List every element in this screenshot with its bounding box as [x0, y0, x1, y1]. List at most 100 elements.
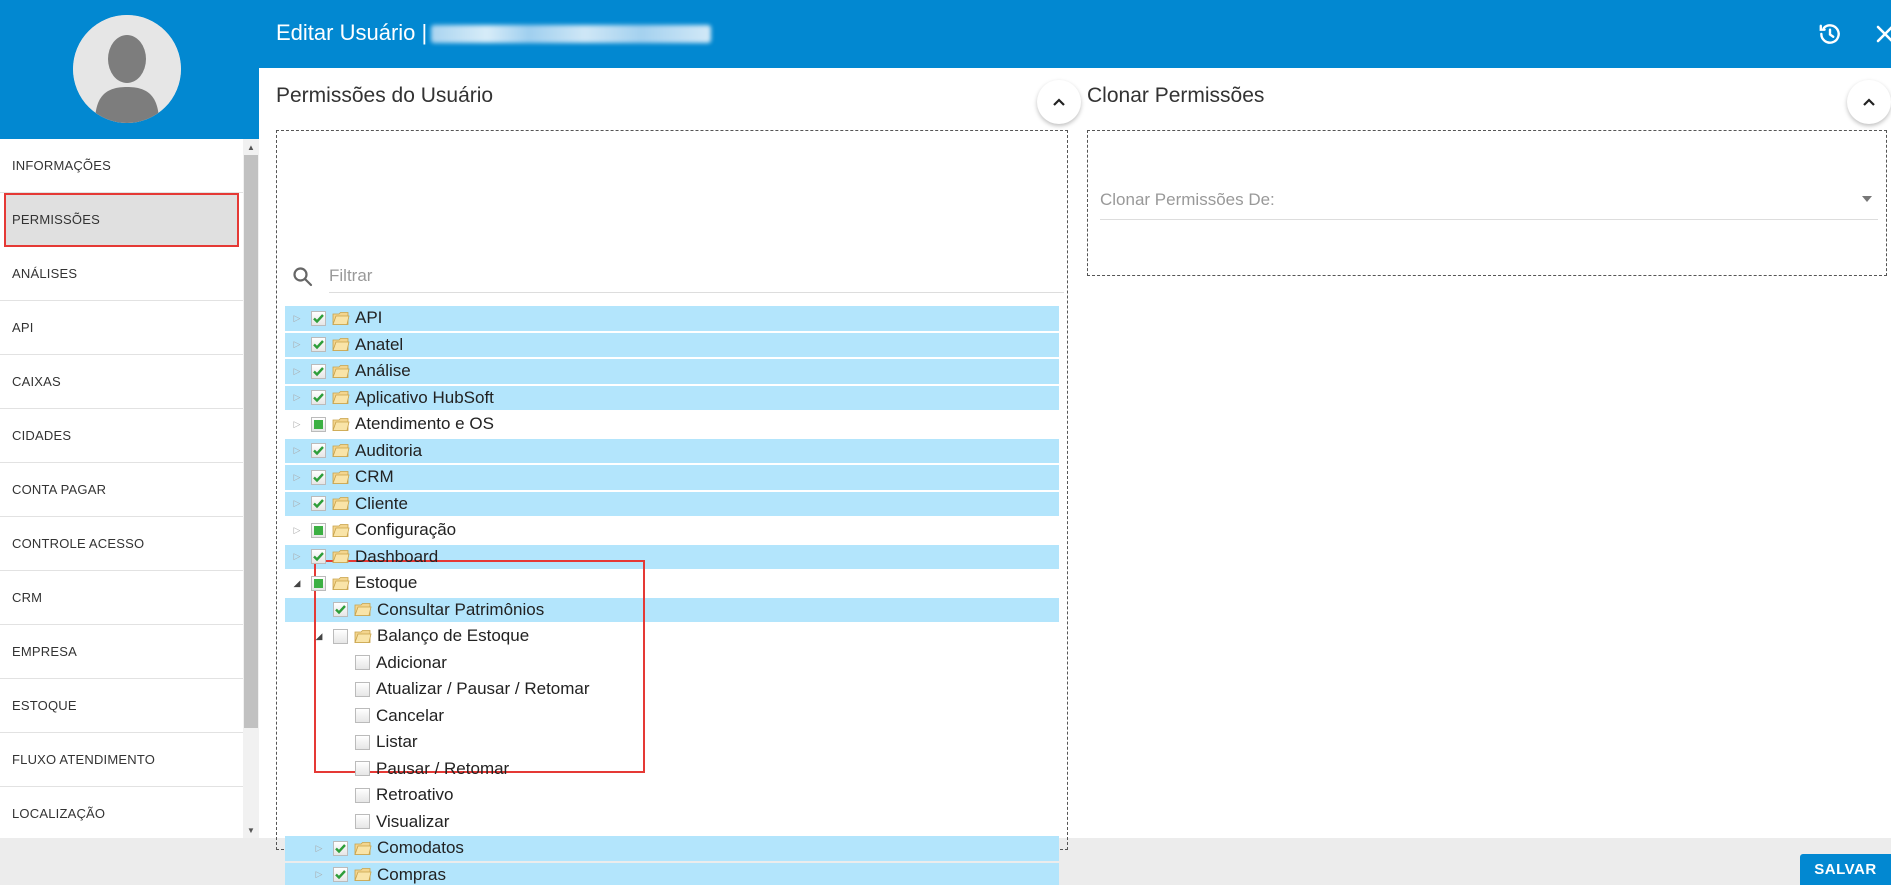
tree-node[interactable]: Listar	[285, 729, 1059, 756]
tree-checkbox[interactable]	[311, 469, 326, 485]
tree-node[interactable]: ▷ Dashboard	[285, 544, 1059, 571]
tree-expand-arrow-icon[interactable]: ▷	[289, 363, 305, 379]
tree-node[interactable]: ▷ Aplicativo HubSoft	[285, 385, 1059, 412]
tree-checkbox[interactable]	[355, 734, 370, 750]
tree-node-label: Cancelar	[376, 705, 445, 725]
tree-checkbox[interactable]	[311, 363, 326, 379]
tree-expand-arrow-icon[interactable]: ▷	[311, 867, 327, 883]
tree-expand-arrow-icon[interactable]: ▷	[289, 416, 305, 432]
tree-node[interactable]: Consultar Patrimônios	[285, 597, 1059, 624]
sidebar: INFORMAÇÕES PERMISSÕES ANÁLISES API CAIXAS CI…	[0, 0, 259, 838]
tree-checkbox[interactable]	[333, 628, 348, 644]
tree-checkbox[interactable]	[311, 337, 326, 353]
tree-node[interactable]: Cancelar	[285, 703, 1059, 730]
sidebar-item-6[interactable]: CONTA PAGAR	[0, 463, 243, 517]
redacted-username	[431, 25, 712, 44]
tree-checkbox[interactable]	[311, 522, 326, 538]
permission-tree: ▷ API ▷ Anatel ▷ Análise ▷ Aplicativo HubSoft ▷ A…	[285, 305, 1059, 885]
sidebar-item-4[interactable]: CAIXAS	[0, 355, 243, 409]
tree-node[interactable]: ▷ Compras	[285, 862, 1059, 885]
tree-checkbox[interactable]	[355, 655, 370, 671]
permissions-collapse-button[interactable]	[1037, 80, 1081, 124]
tree-expand-arrow-icon[interactable]: ▷	[289, 337, 305, 353]
history-button[interactable]	[1814, 18, 1846, 50]
sidebar-scrollbar[interactable]: ▲ ▼	[243, 139, 259, 838]
tree-expander-spacer	[333, 708, 349, 724]
tree-collapse-arrow-icon[interactable]: ◢	[289, 575, 305, 591]
tree-expand-arrow-icon[interactable]: ▷	[289, 496, 305, 512]
tree-node[interactable]: Retroativo	[285, 782, 1059, 809]
sidebar-item-3[interactable]: API	[0, 301, 243, 355]
tree-checkbox[interactable]	[311, 390, 326, 406]
folder-icon	[332, 391, 350, 405]
folder-icon	[332, 470, 350, 484]
tree-checkbox[interactable]	[355, 814, 370, 830]
clone-collapse-button[interactable]	[1847, 80, 1891, 124]
tree-expander-spacer	[333, 655, 349, 671]
tree-checkbox[interactable]	[311, 575, 326, 591]
tree-node[interactable]: ▷ Atendimento e OS	[285, 411, 1059, 438]
tree-node[interactable]: ▷ Auditoria	[285, 438, 1059, 465]
tree-node[interactable]: ▷ Configuração	[285, 517, 1059, 544]
tree-expand-arrow-icon[interactable]: ▷	[289, 522, 305, 538]
tree-checkbox[interactable]	[355, 761, 370, 777]
folder-icon	[332, 444, 350, 458]
save-button[interactable]: SALVAR	[1800, 854, 1891, 885]
tree-checkbox[interactable]	[355, 708, 370, 724]
sidebar-item-1[interactable]: PERMISSÕES	[4, 193, 239, 247]
sidebar-item-7[interactable]: CONTROLE ACESSO	[0, 517, 243, 571]
tree-expand-arrow-icon[interactable]: ▷	[289, 443, 305, 459]
tree-checkbox[interactable]	[311, 496, 326, 512]
scroll-down-arrow-icon[interactable]: ▼	[243, 822, 259, 838]
tree-node[interactable]: Pausar / Retomar	[285, 756, 1059, 783]
tree-node[interactable]: ◢ Balanço de Estoque	[285, 623, 1059, 650]
tree-checkbox[interactable]	[333, 867, 348, 883]
sidebar-item-label: CONTROLE ACESSO	[12, 536, 145, 551]
sidebar-item-0[interactable]: INFORMAÇÕES	[0, 139, 243, 193]
tree-checkbox[interactable]	[311, 416, 326, 432]
filter-input[interactable]	[329, 259, 1064, 293]
tree-collapse-arrow-icon[interactable]: ◢	[311, 628, 327, 644]
checkmark-icon	[313, 499, 324, 509]
tree-node-highlight	[285, 465, 1059, 490]
tree-node[interactable]: ◢ Estoque	[285, 570, 1059, 597]
sidebar-item-8[interactable]: CRM	[0, 571, 243, 625]
tree-checkbox[interactable]	[333, 840, 348, 856]
tree-checkbox[interactable]	[311, 443, 326, 459]
tree-node[interactable]: Adicionar	[285, 650, 1059, 677]
tree-checkbox[interactable]	[311, 310, 326, 326]
tree-expand-arrow-icon[interactable]: ▷	[289, 390, 305, 406]
sidebar-item-10[interactable]: ESTOQUE	[0, 679, 243, 733]
sidebar-item-12[interactable]: LOCALIZAÇÃO	[0, 787, 243, 838]
tree-node-label: Anatel	[355, 334, 404, 354]
scrollbar-thumb[interactable]	[244, 155, 258, 728]
tree-expand-arrow-icon[interactable]: ▷	[289, 549, 305, 565]
tree-checkbox[interactable]	[333, 602, 348, 618]
sidebar-item-9[interactable]: EMPRESA	[0, 625, 243, 679]
tree-checkbox[interactable]	[355, 681, 370, 697]
close-button[interactable]	[1869, 18, 1891, 50]
tree-expander-spacer	[333, 681, 349, 697]
tree-expand-arrow-icon[interactable]: ▷	[311, 840, 327, 856]
scroll-up-arrow-icon[interactable]: ▲	[243, 139, 259, 155]
sidebar-item-11[interactable]: FLUXO ATENDIMENTO	[0, 733, 243, 787]
tree-node[interactable]: ▷ Cliente	[285, 491, 1059, 518]
tree-node[interactable]: ▷ Análise	[285, 358, 1059, 385]
permissions-title: Permissões do Usuário	[276, 84, 494, 107]
tree-expand-arrow-icon[interactable]: ▷	[289, 469, 305, 485]
clone-permissions-select[interactable]: Clonar Permissões De:	[1100, 178, 1878, 220]
tree-node[interactable]: ▷ Anatel	[285, 332, 1059, 359]
sidebar-item-2[interactable]: ANÁLISES	[0, 247, 243, 301]
tree-expand-arrow-icon[interactable]: ▷	[289, 310, 305, 326]
tree-node[interactable]: Visualizar	[285, 809, 1059, 836]
tree-checkbox[interactable]	[355, 787, 370, 803]
tree-checkbox[interactable]	[311, 549, 326, 565]
close-icon	[1876, 25, 1891, 43]
tree-node[interactable]: ▷ CRM	[285, 464, 1059, 491]
tree-node[interactable]: ▷ Comodatos	[285, 835, 1059, 862]
tree-node-label: Estoque	[355, 573, 418, 593]
tree-node[interactable]: ▷ API	[285, 305, 1059, 332]
sidebar-item-5[interactable]: CIDADES	[0, 409, 243, 463]
tree-node[interactable]: Atualizar / Pausar / Retomar	[285, 676, 1059, 703]
tree-node-label: Comodatos	[377, 838, 464, 858]
